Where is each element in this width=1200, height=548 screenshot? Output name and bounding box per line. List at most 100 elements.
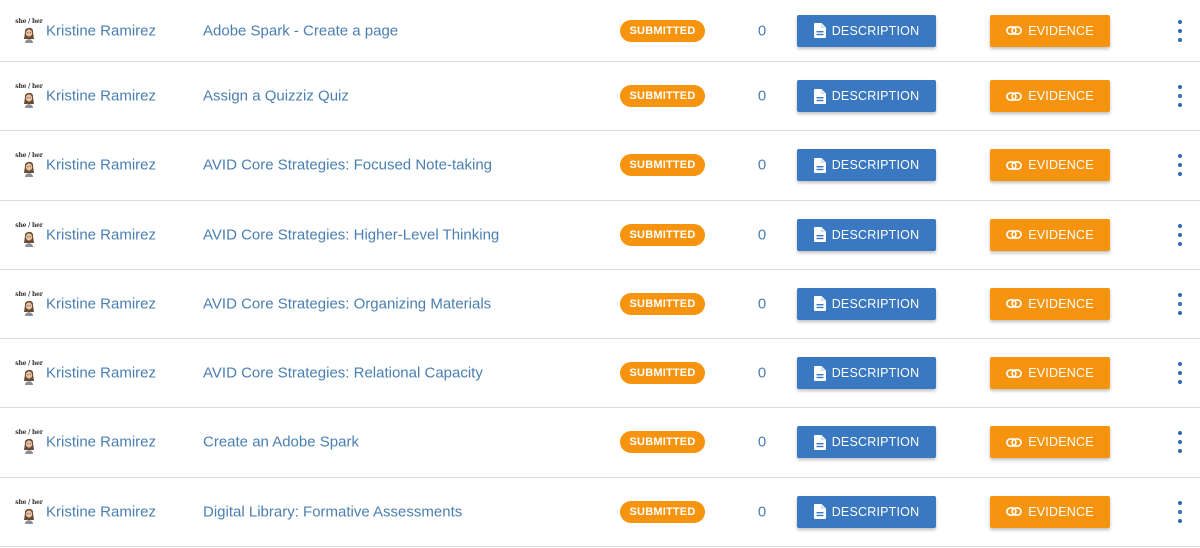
table-row: she / her Kristine Ramirez AVID Core Str… <box>0 201 1200 270</box>
more-vert-icon[interactable] <box>1174 85 1186 108</box>
evidence-button-label: EVIDENCE <box>1028 23 1094 38</box>
link-icon <box>1006 437 1023 447</box>
more-vert-icon[interactable] <box>1174 223 1186 246</box>
task-title-link[interactable]: Adobe Spark - Create a page <box>203 22 398 39</box>
status-badge: SUBMITTED <box>620 362 705 385</box>
description-button[interactable]: DESCRIPTION <box>797 80 936 113</box>
table-row: she / her Kristine Ramirez Assign a Quiz… <box>0 62 1200 132</box>
user-name-link[interactable]: Kristine Ramirez <box>46 365 156 382</box>
evidence-button[interactable]: EVIDENCE <box>990 287 1110 320</box>
document-icon <box>813 88 826 104</box>
user-name-link[interactable]: Kristine Ramirez <box>46 434 156 451</box>
kebab-dot <box>1178 310 1182 315</box>
more-vert-icon[interactable] <box>1174 500 1186 523</box>
submission-list: she / her Kristine Ramirez Adobe Spark -… <box>0 0 1200 548</box>
table-row: she / her Kristine Ramirez AVID Core Str… <box>0 131 1200 201</box>
description-button-label: DESCRIPTION <box>831 296 920 311</box>
evidence-count: 0 <box>757 503 767 521</box>
evidence-button-label: EVIDENCE <box>1028 227 1094 242</box>
evidence-button[interactable]: EVIDENCE <box>990 80 1110 113</box>
task-title-link[interactable]: AVID Core Strategies: Relational Capacit… <box>203 365 483 382</box>
kebab-dot <box>1178 172 1182 177</box>
more-vert-icon[interactable] <box>1174 362 1186 385</box>
kebab-dot <box>1178 223 1182 228</box>
link-icon <box>1006 160 1023 170</box>
more-vert-icon[interactable] <box>1174 292 1186 315</box>
task-title-link[interactable]: Assign a Quizziz Quiz <box>203 88 349 105</box>
user-name-link[interactable]: Kristine Ramirez <box>46 157 156 174</box>
description-button[interactable]: DESCRIPTION <box>797 495 936 528</box>
kebab-dot <box>1178 380 1182 385</box>
avatar[interactable]: she / her <box>15 17 43 44</box>
evidence-count: 0 <box>757 226 767 244</box>
description-button[interactable]: DESCRIPTION <box>797 149 936 182</box>
description-button-label: DESCRIPTION <box>831 158 920 173</box>
description-button[interactable]: DESCRIPTION <box>797 218 936 251</box>
link-icon <box>1006 230 1023 240</box>
avatar-pronoun-text: she / her <box>15 152 43 160</box>
avatar-pronoun-text: she / her <box>15 221 43 229</box>
task-title-link[interactable]: AVID Core Strategies: Higher-Level Think… <box>203 226 499 243</box>
avatar[interactable]: she / her <box>15 499 43 525</box>
task-title-link[interactable]: AVID Core Strategies: Organizing Materia… <box>203 295 491 312</box>
kebab-dot <box>1178 449 1182 454</box>
evidence-count: 0 <box>757 87 767 105</box>
avatar[interactable]: she / her <box>15 221 43 248</box>
status-badge: SUBMITTED <box>620 500 705 523</box>
avatar[interactable]: she / her <box>15 429 43 455</box>
kebab-dot <box>1178 301 1182 306</box>
status-badge: SUBMITTED <box>620 223 705 246</box>
evidence-button-label: EVIDENCE <box>1028 89 1094 104</box>
kebab-dot <box>1178 103 1182 108</box>
task-title-link[interactable]: Digital Library: Formative Assessments <box>203 503 462 520</box>
description-button[interactable]: DESCRIPTION <box>797 287 936 320</box>
more-vert-icon[interactable] <box>1174 154 1186 177</box>
description-button[interactable]: DESCRIPTION <box>797 357 936 390</box>
avatar-pronoun-text: she / her <box>15 17 43 25</box>
description-button-label: DESCRIPTION <box>831 504 920 519</box>
task-title-link[interactable]: AVID Core Strategies: Focused Note-takin… <box>203 157 492 174</box>
description-button[interactable]: DESCRIPTION <box>797 14 936 47</box>
document-icon <box>813 23 826 38</box>
evidence-button-label: EVIDENCE <box>1028 296 1094 311</box>
link-icon <box>1006 299 1023 309</box>
user-name-link[interactable]: Kristine Ramirez <box>46 22 156 39</box>
avatar-icon <box>24 92 34 109</box>
user-name-link[interactable]: Kristine Ramirez <box>46 295 156 312</box>
avatar[interactable]: she / her <box>15 152 43 178</box>
user-name-link[interactable]: Kristine Ramirez <box>46 503 156 520</box>
evidence-button[interactable]: EVIDENCE <box>990 426 1110 459</box>
evidence-button[interactable]: EVIDENCE <box>990 14 1110 47</box>
evidence-button[interactable]: EVIDENCE <box>990 218 1110 251</box>
evidence-button[interactable]: EVIDENCE <box>990 495 1110 528</box>
document-icon <box>813 157 826 173</box>
evidence-button[interactable]: EVIDENCE <box>990 357 1110 390</box>
document-icon <box>813 227 826 243</box>
more-vert-icon[interactable] <box>1174 431 1186 454</box>
avatar-pronoun-text: she / her <box>15 83 43 91</box>
kebab-dot <box>1178 371 1182 376</box>
kebab-dot <box>1178 19 1182 24</box>
avatar[interactable]: she / her <box>15 360 43 386</box>
description-button-label: DESCRIPTION <box>831 435 920 450</box>
document-icon <box>813 504 826 520</box>
avatar[interactable]: she / her <box>15 291 43 317</box>
user-name-link[interactable]: Kristine Ramirez <box>46 226 156 243</box>
avatar-pronoun-text: she / her <box>15 360 43 368</box>
avatar-icon <box>24 162 34 178</box>
description-button-label: DESCRIPTION <box>831 23 920 38</box>
evidence-count: 0 <box>757 364 767 382</box>
more-vert-icon[interactable] <box>1174 19 1186 42</box>
table-row: she / her Kristine Ramirez AVID Core Str… <box>0 270 1200 339</box>
status-badge: SUBMITTED <box>620 154 705 177</box>
task-title-link[interactable]: Create an Adobe Spark <box>203 434 359 451</box>
status-badge: SUBMITTED <box>620 19 705 42</box>
user-name-link[interactable]: Kristine Ramirez <box>46 88 156 105</box>
kebab-dot <box>1178 28 1182 33</box>
avatar-icon <box>24 508 34 524</box>
description-button[interactable]: DESCRIPTION <box>797 426 936 459</box>
avatar[interactable]: she / her <box>15 83 43 109</box>
kebab-dot <box>1178 37 1182 42</box>
evidence-button[interactable]: EVIDENCE <box>990 149 1110 182</box>
document-icon <box>813 434 826 450</box>
